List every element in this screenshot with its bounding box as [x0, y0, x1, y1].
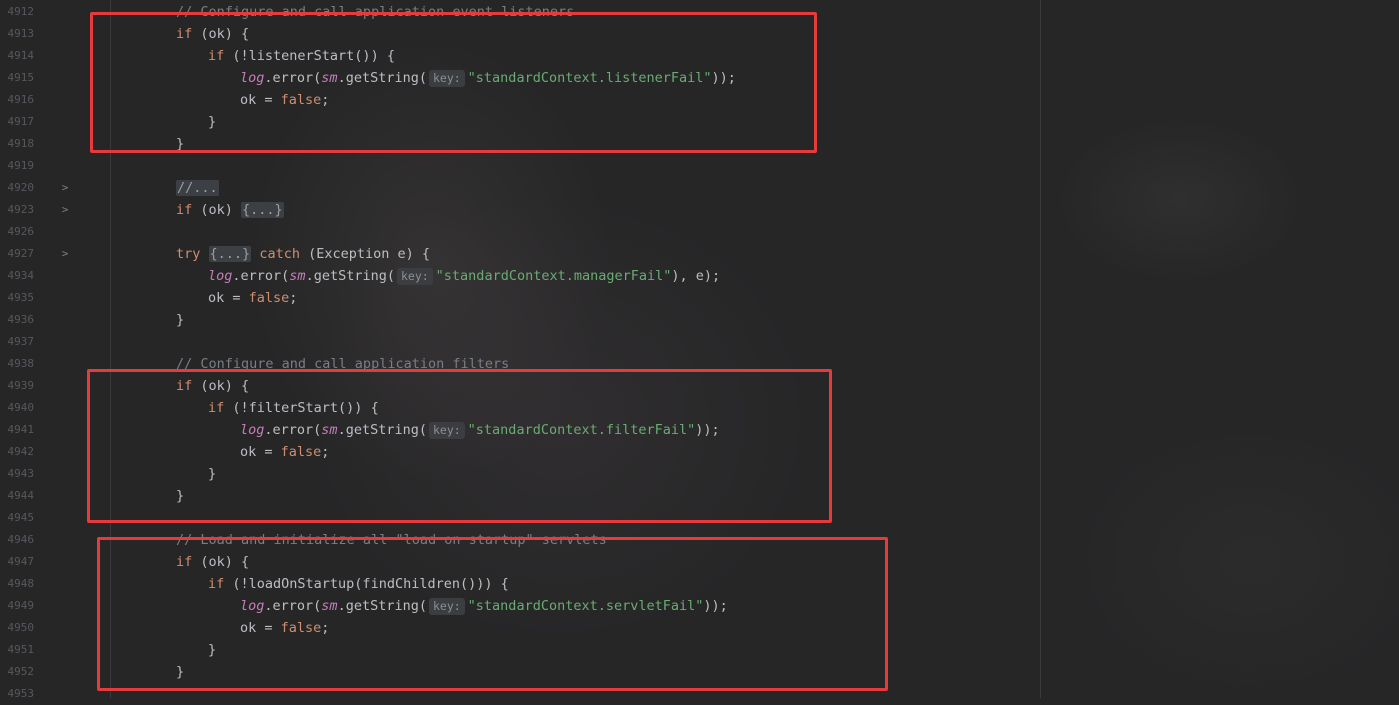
line-number: 4943: [7, 467, 35, 480]
line-number: 4920: [7, 181, 35, 194]
line-number: 4923: [7, 203, 35, 216]
highlight-box-listener: [90, 12, 817, 153]
line-number: 4947: [7, 555, 35, 568]
code-text: .error(: [232, 268, 290, 284]
code-text: ), e);: [671, 268, 721, 284]
fold-expand-icon[interactable]: >: [60, 199, 70, 221]
keyword: catch: [259, 246, 300, 262]
code-line: }: [176, 309, 184, 331]
code-line: ok = false;: [208, 287, 297, 309]
line-number: 4950: [7, 621, 35, 634]
folded-region[interactable]: //...: [176, 180, 219, 196]
line-number: 4927: [7, 247, 35, 260]
line-number: 4953: [7, 687, 35, 700]
code-line: //...: [176, 177, 219, 199]
folded-region[interactable]: {...}: [208, 246, 252, 262]
line-number: 4935: [7, 291, 35, 304]
code-text: (ok): [192, 202, 242, 218]
line-number: 4949: [7, 599, 35, 612]
line-number: 4940: [7, 401, 35, 414]
line-number: 4946: [7, 533, 35, 546]
line-number: 4938: [7, 357, 35, 370]
line-number: 4939: [7, 379, 35, 392]
field-ref: sm: [289, 268, 306, 284]
fold-expand-icon[interactable]: >: [60, 177, 70, 199]
code-line: log.error(sm.getString(key: "standardCont…: [208, 265, 720, 287]
code-text: ok =: [208, 290, 249, 306]
code-text: (Exception e) {: [299, 246, 430, 262]
code-text: .getString(: [305, 268, 395, 284]
line-number: 4941: [7, 423, 35, 436]
line-number: 4951: [7, 643, 35, 656]
line-number: 4948: [7, 577, 35, 590]
line-number: 4912: [7, 5, 35, 18]
parameter-hint: key:: [396, 268, 433, 285]
line-number: 4952: [7, 665, 35, 678]
line-number: 4917: [7, 115, 35, 128]
line-number: 4918: [7, 137, 35, 150]
keyword: try: [176, 246, 201, 262]
line-number: 4945: [7, 511, 35, 524]
keyword: if: [176, 202, 193, 218]
field-ref: log: [208, 268, 233, 284]
line-number: 4916: [7, 93, 35, 106]
line-number: 4934: [7, 269, 35, 282]
folded-region[interactable]: {...}: [241, 202, 284, 218]
line-number: 4926: [7, 225, 35, 238]
line-number: 4915: [7, 71, 35, 84]
right-margin-guide: [1040, 0, 1041, 698]
code-text: }: [176, 312, 185, 328]
code-text: ;: [289, 290, 298, 306]
highlight-box-filter: [87, 369, 832, 523]
fold-expand-icon[interactable]: >: [60, 243, 70, 265]
line-number: 4936: [7, 313, 35, 326]
code-line: try {...} catch (Exception e) {: [176, 243, 430, 265]
line-number: 4937: [7, 335, 35, 348]
line-number: 4944: [7, 489, 35, 502]
string-literal: "standardContext.managerFail": [435, 268, 672, 284]
highlight-box-servlet: [97, 537, 888, 691]
line-number: 4942: [7, 445, 35, 458]
keyword: false: [248, 290, 290, 306]
line-number: 4914: [7, 49, 35, 62]
line-number: 4913: [7, 27, 35, 40]
line-number: 4919: [7, 159, 35, 172]
code-line: if (ok) {...}: [176, 199, 284, 221]
